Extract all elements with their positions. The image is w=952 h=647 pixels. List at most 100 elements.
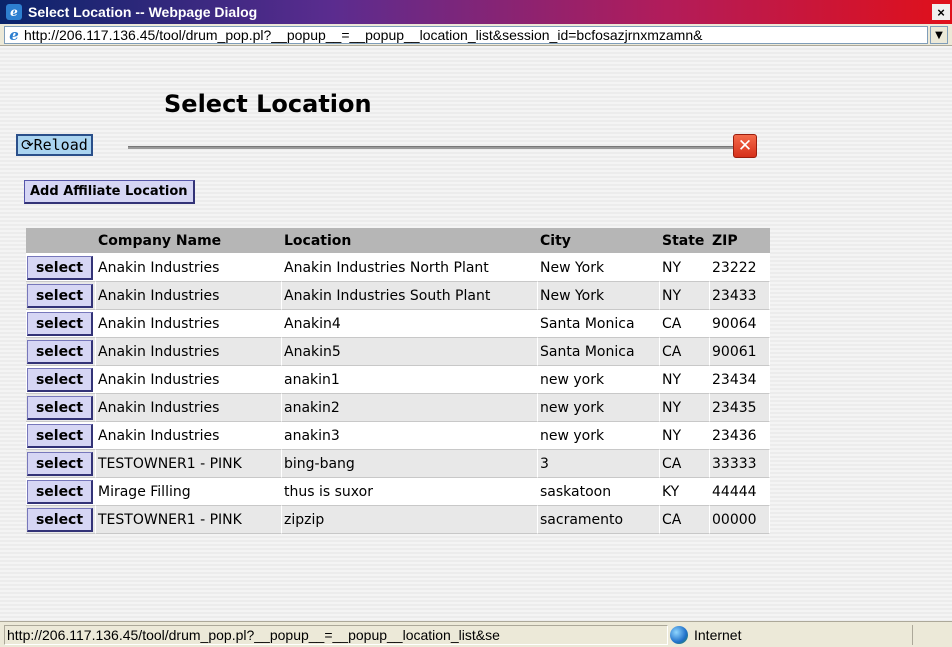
page-title: Select Location	[164, 90, 372, 118]
location-cell: thus is suxor	[282, 478, 538, 506]
table-row: select Mirage Filling thus is suxor saskato…	[26, 478, 770, 506]
company-cell: Anakin Industries	[96, 282, 282, 310]
table-row: select Anakin Industries Anakin4 Santa Moni…	[26, 310, 770, 338]
select-button[interactable]: select	[27, 255, 93, 280]
state-cell: CA	[660, 450, 710, 478]
table-row: select TESTOWNER1 - PINK bing-bang 3 CA 33333	[26, 450, 770, 478]
state-cell: NY	[660, 394, 710, 422]
zip-cell: 33333	[710, 450, 770, 478]
location-cell: Anakin Industries South Plant	[282, 282, 538, 310]
city-cell: Santa Monica	[538, 338, 660, 366]
select-button[interactable]: select	[27, 479, 93, 504]
state-cell: CA	[660, 506, 710, 534]
zip-cell: 90064	[710, 310, 770, 338]
location-cell: Anakin5	[282, 338, 538, 366]
select-button[interactable]: select	[27, 311, 93, 336]
resize-grip[interactable]	[912, 625, 952, 645]
select-button[interactable]: select	[27, 451, 93, 476]
select-button[interactable]: select	[27, 423, 93, 448]
city-cell: new york	[538, 366, 660, 394]
state-cell: NY	[660, 366, 710, 394]
reload-button[interactable]: ⟳Reload	[16, 134, 93, 156]
state-cell: NY	[660, 254, 710, 282]
select-cell: select	[26, 310, 96, 338]
security-zone: Internet	[670, 625, 910, 645]
header-company-name: Company Name	[96, 228, 282, 254]
zone-label: Internet	[694, 627, 742, 643]
state-cell: NY	[660, 422, 710, 450]
select-cell: select	[26, 422, 96, 450]
zip-cell: 23434	[710, 366, 770, 394]
page-icon: e	[9, 26, 19, 44]
location-cell: zipzip	[282, 506, 538, 534]
select-button[interactable]: select	[27, 283, 93, 308]
company-cell: Anakin Industries	[96, 338, 282, 366]
select-button[interactable]: select	[27, 339, 93, 364]
table-row: select Anakin Industries Anakin Industries…	[26, 254, 770, 282]
location-cell: bing-bang	[282, 450, 538, 478]
header-location: Location	[282, 228, 538, 254]
state-cell: NY	[660, 282, 710, 310]
header-zip: ZIP	[710, 228, 770, 254]
select-button[interactable]: select	[27, 507, 93, 532]
zip-cell: 23222	[710, 254, 770, 282]
close-icon[interactable]: ✕	[733, 134, 757, 158]
header-state: State	[660, 228, 710, 254]
company-cell: Anakin Industries	[96, 310, 282, 338]
table-row: select Anakin Industries anakin2 new york NY…	[26, 394, 770, 422]
zip-cell: 90061	[710, 338, 770, 366]
select-cell: select	[26, 366, 96, 394]
company-cell: Anakin Industries	[96, 366, 282, 394]
table-row: select TESTOWNER1 - PINK zipzip sacramento C…	[26, 506, 770, 534]
location-cell: anakin1	[282, 366, 538, 394]
table-row: select Anakin Industries Anakin Industries…	[26, 282, 770, 310]
state-cell: KY	[660, 478, 710, 506]
select-button[interactable]: select	[27, 367, 93, 392]
status-bar: http://206.117.136.45/tool/drum_pop.pl?_…	[0, 621, 952, 647]
company-cell: Anakin Industries	[96, 254, 282, 282]
zip-cell: 23436	[710, 422, 770, 450]
add-affiliate-location-button[interactable]: Add Affiliate Location	[24, 180, 195, 204]
city-cell: Santa Monica	[538, 310, 660, 338]
header-select	[26, 228, 96, 254]
ie-icon: e	[6, 4, 22, 20]
select-cell: select	[26, 338, 96, 366]
location-cell: anakin3	[282, 422, 538, 450]
state-cell: CA	[660, 310, 710, 338]
company-cell: TESTOWNER1 - PINK	[96, 506, 282, 534]
zip-cell: 23433	[710, 282, 770, 310]
company-cell: TESTOWNER1 - PINK	[96, 450, 282, 478]
table-row: select Anakin Industries anakin1 new york NY…	[26, 366, 770, 394]
table-row: select Anakin Industries Anakin5 Santa Moni…	[26, 338, 770, 366]
address-field[interactable]: e http://206.117.136.45/tool/drum_pop.pl…	[4, 26, 928, 44]
city-cell: new york	[538, 394, 660, 422]
location-cell: anakin2	[282, 394, 538, 422]
globe-icon	[670, 626, 688, 644]
city-cell: sacramento	[538, 506, 660, 534]
zip-cell: 00000	[710, 506, 770, 534]
select-cell: select	[26, 450, 96, 478]
window-close-button[interactable]: ×	[932, 4, 950, 20]
city-cell: 3	[538, 450, 660, 478]
city-cell: New York	[538, 282, 660, 310]
select-cell: select	[26, 254, 96, 282]
status-url: http://206.117.136.45/tool/drum_pop.pl?_…	[4, 625, 668, 645]
window-title: Select Location -- Webpage Dialog	[28, 4, 258, 20]
zip-cell: 44444	[710, 478, 770, 506]
state-cell: CA	[660, 338, 710, 366]
page-content: Select Location ⟳Reload ✕ Add Affiliate …	[0, 46, 952, 626]
table-header-row: Company Name Location City State ZIP	[26, 228, 770, 254]
address-bar: e http://206.117.136.45/tool/drum_pop.pl…	[0, 24, 952, 46]
location-cell: Anakin Industries North Plant	[282, 254, 538, 282]
zip-cell: 23435	[710, 394, 770, 422]
title-bar: e Select Location -- Webpage Dialog ×	[0, 0, 952, 24]
select-cell: select	[26, 282, 96, 310]
address-url: http://206.117.136.45/tool/drum_pop.pl?_…	[24, 27, 703, 43]
city-cell: new york	[538, 422, 660, 450]
location-cell: Anakin4	[282, 310, 538, 338]
select-button[interactable]: select	[27, 395, 93, 420]
header-city: City	[538, 228, 660, 254]
company-cell: Mirage Filling	[96, 478, 282, 506]
select-cell: select	[26, 478, 96, 506]
address-dropdown-button[interactable]: ▼	[930, 26, 948, 44]
